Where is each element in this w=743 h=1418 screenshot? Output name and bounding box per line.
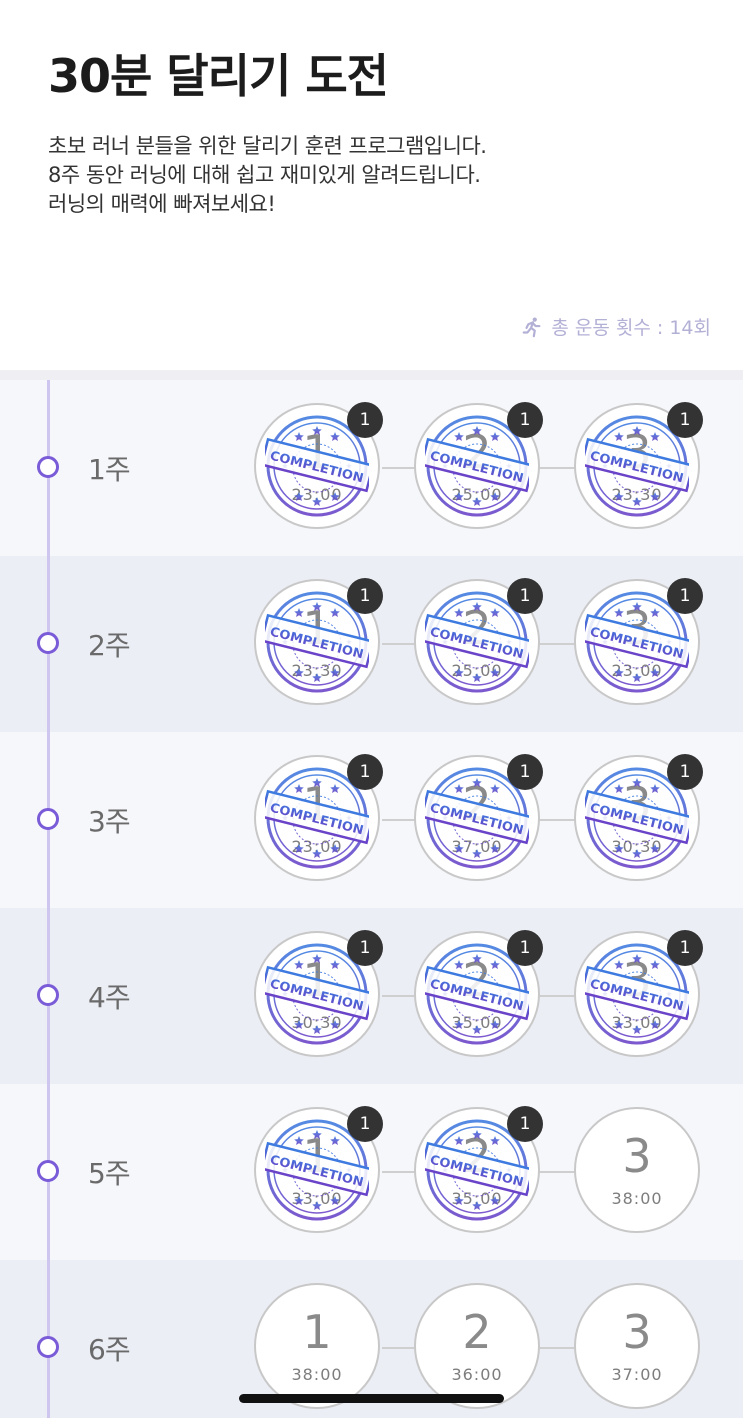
completion-count-badge: 1 [667, 402, 703, 438]
week-row: 4주 130:30COMPLETION1235:00COMPLETION1333:… [0, 908, 743, 1084]
session-circle[interactable]: 323:30COMPLETION1 [574, 402, 703, 529]
session-circle[interactable]: 225:00COMPLETION1 [414, 402, 543, 529]
session-circle[interactable]: 330:30COMPLETION1 [574, 754, 703, 881]
home-indicator[interactable] [239, 1394, 504, 1403]
week-row: 1주 123:00COMPLETION1225:00COMPLETION1323:… [0, 380, 743, 556]
session-number: 1 [302, 1305, 332, 1359]
session-circle[interactable]: 333:00COMPLETION1 [574, 930, 703, 1057]
description-line: 8주 동안 러닝에 대해 쉽고 재미있게 알려드립니다. [48, 163, 481, 187]
weeks-list: 1주123:00COMPLETION1225:00COMPLETION1323:… [0, 380, 743, 1418]
session-circle[interactable]: 237:00COMPLETION1 [414, 754, 543, 881]
session-circle[interactable]: 323:00COMPLETION1 [574, 578, 703, 705]
session-circle[interactable]: 225:00COMPLETION1 [414, 578, 543, 705]
program-description: 초보 러너 분들을 위한 달리기 훈련 프로그램입니다. 8주 동안 러닝에 대… [48, 132, 487, 219]
timeline-dot [37, 1336, 59, 1358]
session-circle[interactable]: 123:30COMPLETION1 [254, 578, 383, 705]
week-label: 3주 [88, 805, 131, 838]
completion-count-badge: 1 [507, 1106, 543, 1142]
timeline-dot [37, 984, 59, 1006]
timeline-dot [37, 808, 59, 830]
completion-count-badge: 1 [347, 930, 383, 966]
session-circle[interactable]: 235:00COMPLETION1 [414, 1106, 543, 1233]
week-label: 1주 [88, 453, 131, 486]
week-row: 2주 123:30COMPLETION1225:00COMPLETION1323:… [0, 556, 743, 732]
completion-count-badge: 1 [507, 402, 543, 438]
completion-count-badge: 1 [667, 578, 703, 614]
completion-count-badge: 1 [347, 578, 383, 614]
completion-count-badge: 1 [347, 1106, 383, 1142]
timeline-line [47, 380, 50, 1418]
session-circle[interactable]: 3 37:00 [574, 1283, 700, 1409]
session-number: 3 [622, 1129, 652, 1183]
section-divider [0, 370, 743, 380]
session-circle[interactable]: 1 38:00 [254, 1283, 380, 1409]
session-circle[interactable]: 123:00COMPLETION1 [254, 402, 383, 529]
total-count-label: 총 운동 횟수 : 14회 [551, 317, 711, 339]
week-label: 2주 [88, 629, 131, 662]
session-circle[interactable]: 123:00COMPLETION1 [254, 754, 383, 881]
completion-count-badge: 1 [507, 578, 543, 614]
completion-count-badge: 1 [347, 402, 383, 438]
completion-count-badge: 1 [347, 754, 383, 790]
completion-count-badge: 1 [507, 930, 543, 966]
total-workout-count: 총 운동 횟수 : 14회 [521, 313, 711, 340]
timeline-dot [37, 632, 59, 654]
description-line: 초보 러너 분들을 위한 달리기 훈련 프로그램입니다. [48, 134, 487, 158]
session-circle[interactable]: 130:30COMPLETION1 [254, 930, 383, 1057]
week-row: 5주 133:00COMPLETION1235:00COMPLETION1 3 38:… [0, 1084, 743, 1260]
session-duration: 38:00 [291, 1365, 343, 1384]
session-duration: 36:00 [451, 1365, 503, 1384]
session-circle[interactable]: 2 36:00 [414, 1283, 540, 1409]
completion-count-badge: 1 [667, 754, 703, 790]
running-person-icon [523, 317, 541, 337]
completion-count-badge: 1 [507, 754, 543, 790]
week-row: 3주 123:00COMPLETION1237:00COMPLETION1330:… [0, 732, 743, 908]
session-number: 2 [462, 1305, 492, 1359]
page-title: 30분 달리기 도전 [48, 49, 389, 103]
description-line: 러닝의 매력에 빠져보세요! [48, 192, 276, 216]
timeline-dot [37, 1160, 59, 1182]
week-label: 6주 [88, 1333, 131, 1366]
session-circle[interactable]: 3 38:00 [574, 1107, 700, 1233]
session-duration: 37:00 [611, 1365, 663, 1384]
session-circle[interactable]: 235:00COMPLETION1 [414, 930, 543, 1057]
header: 30분 달리기 도전 초보 러너 분들을 위한 달리기 훈련 프로그램입니다. … [0, 0, 743, 370]
session-duration: 38:00 [611, 1189, 663, 1208]
completion-count-badge: 1 [667, 930, 703, 966]
session-number: 3 [622, 1305, 652, 1359]
timeline-dot [37, 456, 59, 478]
session-circle[interactable]: 133:00COMPLETION1 [254, 1106, 383, 1233]
week-label: 5주 [88, 1157, 131, 1190]
week-label: 4주 [88, 981, 131, 1014]
